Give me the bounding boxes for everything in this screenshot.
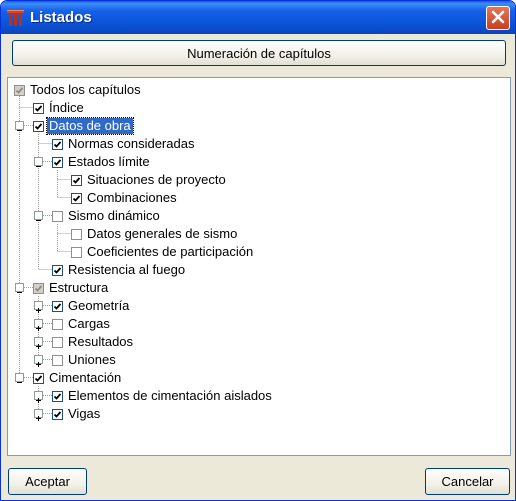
- expander-vigas[interactable]: [34, 409, 43, 421]
- tree-label-vigas: Vigas: [68, 406, 101, 421]
- expander-resultados[interactable]: [34, 337, 43, 349]
- checkbox-uniones[interactable]: [52, 354, 63, 366]
- checkbox-elementos[interactable]: [52, 390, 63, 402]
- tree-label-resistencia: Resistencia al fuego: [68, 262, 186, 277]
- tree-label-coeficientes: Coeficientes de participación: [87, 244, 254, 259]
- tree-node-geometria[interactable]: Geometría: [52, 297, 131, 315]
- tree-node-cargas[interactable]: Cargas: [52, 315, 112, 333]
- listados-dialog: Listados Numeración de capítulos Todos l…: [0, 0, 516, 501]
- checkbox-vigas[interactable]: [52, 408, 63, 420]
- close-icon: [491, 10, 505, 27]
- tree-node-normas[interactable]: Normas consideradas: [52, 135, 196, 153]
- tree-node-todos[interactable]: Todos los capítulos: [14, 81, 143, 99]
- expander-uniones[interactable]: [34, 355, 43, 367]
- tree-label-cimentacion: Cimentación: [49, 370, 122, 385]
- chapter-tree[interactable]: Todos los capítulos Índice Datos de obra…: [7, 77, 511, 456]
- cancelar-button[interactable]: Cancelar: [425, 468, 510, 495]
- checkbox-coeficientes[interactable]: [71, 246, 82, 258]
- checkbox-resistencia[interactable]: [52, 264, 63, 276]
- tree-node-situaciones[interactable]: Situaciones de proyecto: [71, 171, 228, 189]
- tree-label-geometria: Geometría: [68, 298, 130, 313]
- title-bar[interactable]: Listados: [1, 1, 515, 34]
- checkbox-datos-sismo[interactable]: [71, 228, 82, 240]
- expander-cargas[interactable]: [34, 319, 43, 331]
- tree-node-resultados[interactable]: Resultados: [52, 333, 135, 351]
- expander-estructura[interactable]: [15, 283, 24, 293]
- checkbox-todos[interactable]: [14, 84, 25, 96]
- close-button[interactable]: [486, 6, 510, 30]
- tree-label-indice: Índice: [49, 100, 84, 115]
- checkbox-situaciones[interactable]: [71, 174, 82, 186]
- tree-label-sismo: Sismo dinámico: [68, 208, 160, 223]
- tree-node-uniones[interactable]: Uniones: [52, 351, 118, 369]
- app-icon: [7, 9, 25, 27]
- tree-node-estructura[interactable]: Estructura: [33, 279, 110, 297]
- expander-geometria[interactable]: [34, 301, 43, 313]
- aceptar-button[interactable]: Aceptar: [8, 468, 87, 495]
- checkbox-indice[interactable]: [33, 102, 44, 114]
- expander-cimentacion[interactable]: [15, 373, 24, 383]
- checkbox-combinaciones[interactable]: [71, 192, 82, 204]
- checkbox-estados-limite[interactable]: [52, 156, 63, 168]
- tree-node-indice[interactable]: Índice: [33, 99, 86, 117]
- checkbox-normas[interactable]: [52, 138, 63, 150]
- tree-node-resistencia[interactable]: Resistencia al fuego: [52, 261, 187, 279]
- tree-node-elementos[interactable]: Elementos de cimentación aislados: [52, 387, 274, 405]
- tree-label-normas: Normas consideradas: [68, 136, 195, 151]
- expander-elementos[interactable]: [34, 391, 43, 403]
- tree-label-combinaciones: Combinaciones: [87, 190, 177, 205]
- tree-node-cimentacion[interactable]: Cimentación: [33, 369, 123, 387]
- tree-node-coeficientes[interactable]: Coeficientes de participación: [71, 243, 255, 261]
- tree-node-sismo[interactable]: Sismo dinámico: [52, 207, 162, 225]
- numeracion-capitulos-button[interactable]: Numeración de capítulos: [12, 40, 506, 66]
- checkbox-datos-obra[interactable]: [33, 120, 44, 132]
- checkbox-cargas[interactable]: [52, 318, 63, 330]
- tree-label-estructura: Estructura: [49, 280, 109, 295]
- expander-datos-obra[interactable]: [15, 121, 24, 131]
- tree-label-uniones: Uniones: [68, 352, 116, 367]
- tree-label-datos-sismo: Datos generales de sismo: [87, 226, 238, 241]
- tree-label-estados-limite: Estados límite: [68, 154, 150, 169]
- tree-node-combinaciones[interactable]: Combinaciones: [71, 189, 179, 207]
- tree-node-datos-sismo[interactable]: Datos generales de sismo: [71, 225, 239, 243]
- checkbox-geometria[interactable]: [52, 300, 63, 312]
- expander-sismo[interactable]: [34, 211, 43, 221]
- tree-label-situaciones: Situaciones de proyecto: [87, 172, 226, 187]
- tree-label-todos: Todos los capítulos: [30, 82, 141, 97]
- tree-node-estados-limite[interactable]: Estados límite: [52, 153, 152, 171]
- tree-label-cargas: Cargas: [68, 316, 110, 331]
- checkbox-cimentacion[interactable]: [33, 372, 44, 384]
- tree-label-resultados: Resultados: [68, 334, 134, 349]
- checkbox-resultados[interactable]: [52, 336, 63, 348]
- tree-node-vigas[interactable]: Vigas: [52, 405, 102, 423]
- checkbox-estructura[interactable]: [33, 282, 44, 294]
- tree-label-datos-obra: Datos de obra: [46, 117, 134, 135]
- tree-label-elementos: Elementos de cimentación aislados: [68, 388, 272, 403]
- tree-node-datos-obra[interactable]: Datos de obra: [33, 117, 134, 135]
- checkbox-sismo[interactable]: [52, 210, 63, 222]
- window-title: Listados: [30, 9, 92, 26]
- expander-estados-limite[interactable]: [34, 157, 43, 167]
